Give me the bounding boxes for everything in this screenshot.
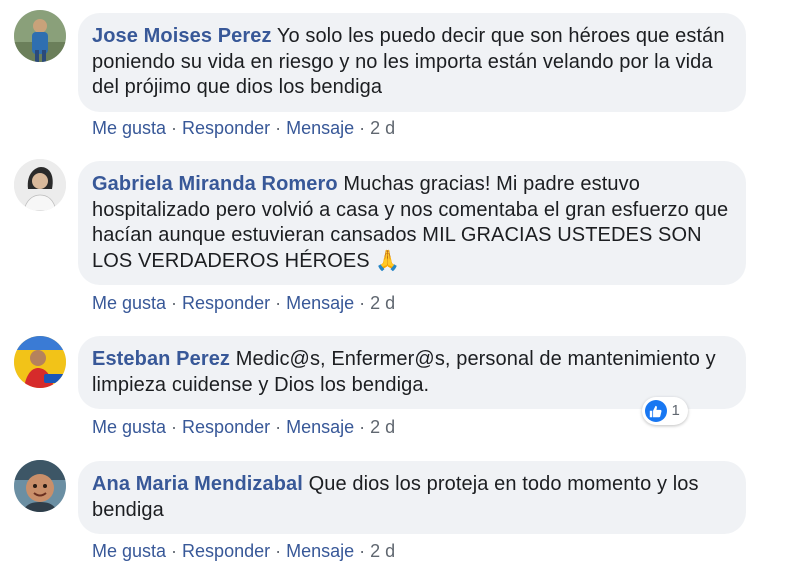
comment-bubble: Esteban Perez Medic@s, Enfermer@s, perso…	[78, 336, 746, 425]
comment-actions: Me gusta · Responder · Mensaje · 2 d	[92, 417, 395, 438]
separator: ·	[275, 293, 282, 313]
separator: ·	[359, 118, 366, 138]
avatar[interactable]	[14, 460, 66, 512]
timestamp[interactable]: 2 d	[370, 293, 395, 313]
comment-bubble: Gabriela Miranda Romero Muchas gracias! …	[78, 161, 746, 285]
reaction-count: 1	[671, 402, 680, 420]
separator: ·	[275, 541, 282, 561]
timestamp[interactable]: 2 d	[370, 541, 395, 561]
message-link[interactable]: Mensaje	[286, 293, 354, 313]
separator: ·	[171, 293, 178, 313]
reaction-badge[interactable]: 1	[641, 397, 688, 425]
like-link[interactable]: Me gusta	[92, 541, 166, 561]
separator: ·	[275, 417, 282, 437]
timestamp[interactable]: 2 d	[370, 417, 395, 437]
separator: ·	[359, 293, 366, 313]
separator: ·	[171, 417, 178, 437]
timestamp[interactable]: 2 d	[370, 118, 395, 138]
like-link[interactable]: Me gusta	[92, 118, 166, 138]
like-link[interactable]: Me gusta	[92, 417, 166, 437]
like-link[interactable]: Me gusta	[92, 293, 166, 313]
reply-link[interactable]: Responder	[182, 417, 270, 437]
comment-author[interactable]: Esteban Perez	[92, 348, 230, 370]
comment-actions: Me gusta · Responder · Mensaje · 2 d	[92, 293, 395, 314]
avatar[interactable]	[14, 336, 66, 388]
reply-link[interactable]: Responder	[182, 541, 270, 561]
like-icon	[644, 400, 667, 422]
separator: ·	[359, 417, 366, 437]
comment-actions: Me gusta · Responder · Mensaje · 2 d	[92, 118, 395, 139]
message-link[interactable]: Mensaje	[286, 541, 354, 561]
comment-bubble: Jose Moises Perez Yo solo les puedo deci…	[78, 13, 746, 112]
reply-link[interactable]: Responder	[182, 293, 270, 313]
separator: ·	[171, 541, 178, 561]
separator: ·	[275, 118, 282, 138]
comment-actions: Me gusta · Responder · Mensaje · 2 d	[92, 541, 395, 562]
avatar[interactable]	[14, 159, 66, 211]
message-link[interactable]: Mensaje	[286, 118, 354, 138]
avatar[interactable]	[14, 10, 66, 62]
comment-author[interactable]: Ana Maria Mendizabal	[92, 473, 303, 495]
reply-link[interactable]: Responder	[182, 118, 270, 138]
comment-author[interactable]: Jose Moises Perez	[92, 25, 272, 47]
separator: ·	[171, 118, 178, 138]
message-link[interactable]: Mensaje	[286, 417, 354, 437]
separator: ·	[359, 541, 366, 561]
comment-bubble: Ana Maria Mendizabal Que dios los protej…	[78, 461, 746, 534]
comment-author[interactable]: Gabriela Miranda Romero	[92, 173, 338, 195]
